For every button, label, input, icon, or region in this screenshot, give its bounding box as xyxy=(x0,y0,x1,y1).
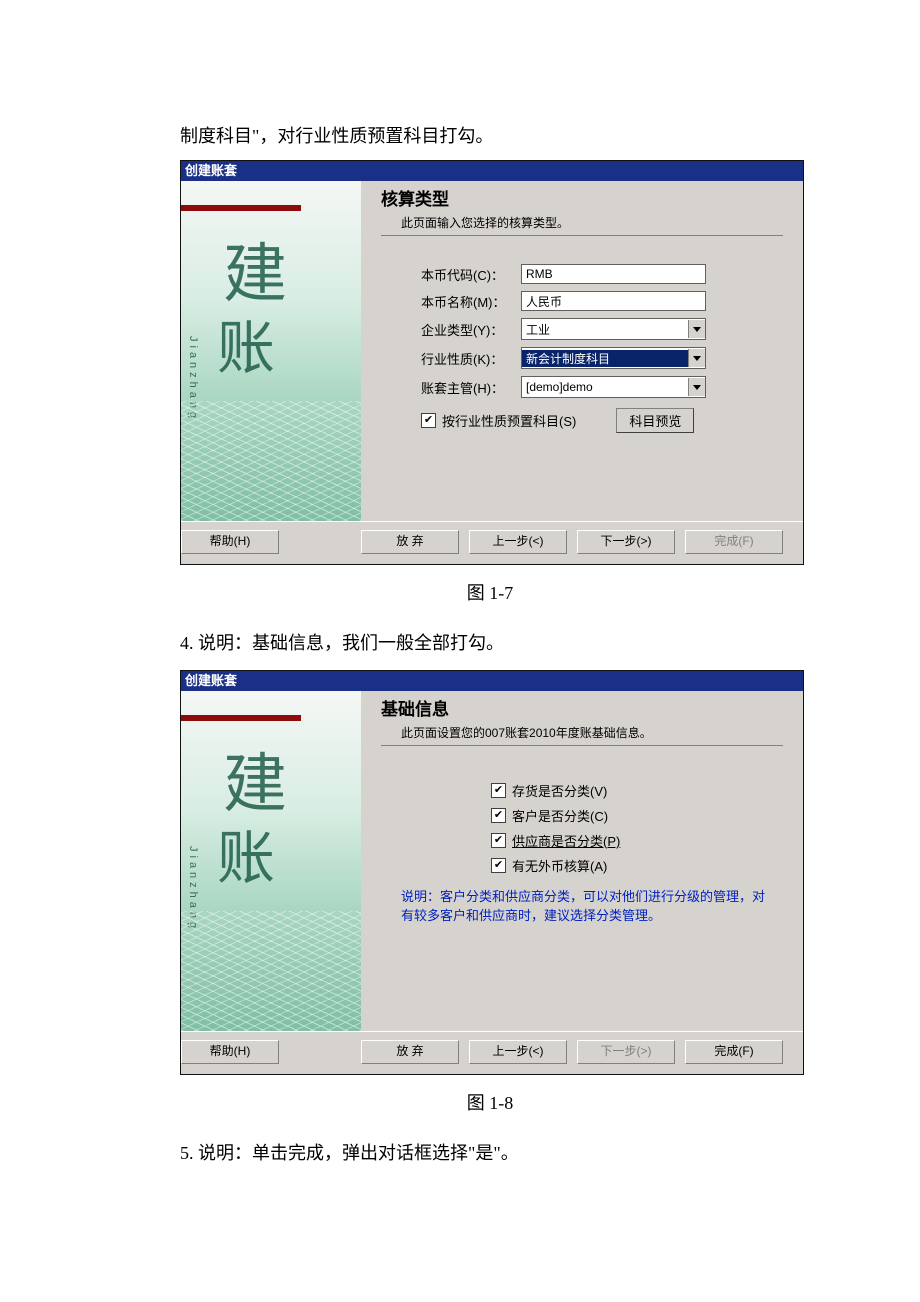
help-button[interactable]: 帮助(H) xyxy=(181,530,279,554)
note-explanation: 说明：客户分类和供应商分类，可以对他们进行分级的管理，对有较多客户和供应商时，建… xyxy=(381,881,783,926)
label-supplier-classify: 供应商是否分类(P) xyxy=(512,831,620,850)
checkbox-customer-classify[interactable] xyxy=(491,808,506,823)
panel-title-1: 核算类型 xyxy=(381,181,783,212)
checkbox-preset-subjects[interactable] xyxy=(421,413,436,428)
list-item-4: 4. 说明：基础信息，我们一般全部打勾。 xyxy=(180,627,800,659)
combo-enterprise-type-text: 工业 xyxy=(522,321,688,338)
dialog1-side-panel: 建 账 Jianzhang xyxy=(181,181,361,521)
label-preset-subjects: 按行业性质预置科目(S) xyxy=(442,411,576,430)
label-foreign-currency: 有无外币核算(A) xyxy=(512,856,607,875)
checkbox-inventory-classify[interactable] xyxy=(491,783,506,798)
label-industry-nature: 行业性质(K)： xyxy=(421,349,521,368)
dialog2-side-panel: 建 账 Jianzhang xyxy=(181,691,361,1031)
label-currency-code: 本币代码(C)： xyxy=(421,265,521,284)
side-char-2: 账 xyxy=(217,811,275,895)
next-button: 下一步(>) xyxy=(577,1040,675,1064)
combo-supervisor-text: [demo]demo xyxy=(522,380,688,394)
prev-button[interactable]: 上一步(<) xyxy=(469,530,567,554)
help-button[interactable]: 帮助(H) xyxy=(181,1040,279,1064)
abort-button[interactable]: 放 弃 xyxy=(361,530,459,554)
side-char-2: 账 xyxy=(217,301,275,385)
panel-sub-1: 此页面输入您选择的核算类型。 xyxy=(381,212,783,236)
list-item-5: 5. 说明：单击完成，弹出对话框选择"是"。 xyxy=(180,1137,800,1169)
checkbox-foreign-currency[interactable] xyxy=(491,858,506,873)
panel-sub-2: 此页面设置您的007账套2010年度账基础信息。 xyxy=(381,722,783,746)
dialog1-titlebar: 创建账套 xyxy=(181,161,803,181)
chevron-down-icon[interactable] xyxy=(688,320,705,338)
prev-button[interactable]: 上一步(<) xyxy=(469,1040,567,1064)
finish-button[interactable]: 完成(F) xyxy=(685,1040,783,1064)
label-enterprise-type: 企业类型(Y)： xyxy=(421,320,521,339)
label-supervisor: 账套主管(H)： xyxy=(421,378,521,397)
input-currency-code[interactable] xyxy=(521,264,706,284)
finish-button: 完成(F) xyxy=(685,530,783,554)
checkbox-supplier-classify[interactable] xyxy=(491,833,506,848)
combo-industry-nature[interactable]: 新会计制度科目 xyxy=(521,347,706,369)
next-button[interactable]: 下一步(>) xyxy=(577,530,675,554)
figure-caption-1: 图 1-7 xyxy=(180,579,800,605)
combo-supervisor[interactable]: [demo]demo xyxy=(521,376,706,398)
dialog2-titlebar: 创建账套 xyxy=(181,671,803,691)
intro-text: 制度科目"，对行业性质预置科目打勾。 xyxy=(180,120,800,152)
dialog-basic-info: 创建账套 建 账 Jianzhang 基础信息 此页面设置您的007账套2010… xyxy=(180,670,804,1075)
label-customer-classify: 客户是否分类(C) xyxy=(512,806,608,825)
combo-enterprise-type[interactable]: 工业 xyxy=(521,318,706,340)
chevron-down-icon[interactable] xyxy=(688,378,705,396)
chevron-down-icon[interactable] xyxy=(688,349,705,367)
label-currency-name: 本币名称(M)： xyxy=(421,292,521,311)
input-currency-name[interactable] xyxy=(521,291,706,311)
dialog-accounting-type: 创建账套 建 账 Jianzhang 核算类型 此页面输入您选择的核算类型。 本… xyxy=(180,160,804,565)
subject-preview-button[interactable]: 科目预览 xyxy=(616,408,694,433)
figure-caption-2: 图 1-8 xyxy=(180,1089,800,1115)
label-inventory-classify: 存货是否分类(V) xyxy=(512,781,607,800)
abort-button[interactable]: 放 弃 xyxy=(361,1040,459,1064)
panel-title-2: 基础信息 xyxy=(381,691,783,722)
combo-industry-nature-text: 新会计制度科目 xyxy=(522,350,688,367)
